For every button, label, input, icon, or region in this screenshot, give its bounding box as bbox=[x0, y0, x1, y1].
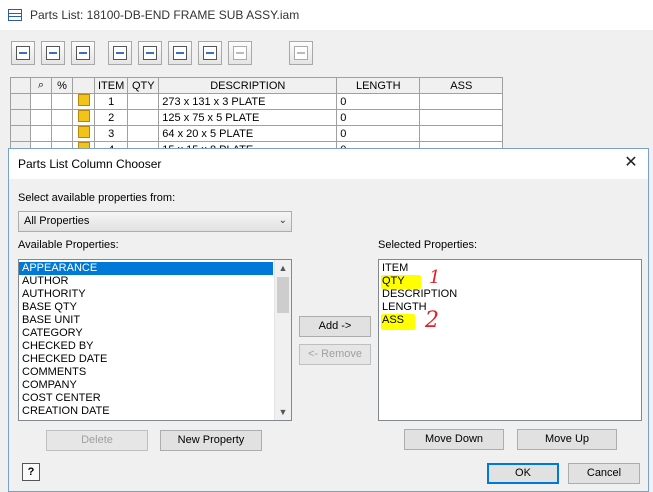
item-cell[interactable]: 3 bbox=[93, 125, 129, 142]
list-item[interactable]: COMMENTS bbox=[19, 366, 291, 379]
grid-cell bbox=[30, 109, 52, 126]
grid-cell bbox=[51, 109, 73, 126]
column-chooser-icon[interactable] bbox=[11, 41, 35, 65]
sort-icon[interactable] bbox=[108, 41, 132, 65]
source-select-value: All Properties bbox=[24, 215, 90, 227]
list-item[interactable]: DESCRIPTION bbox=[379, 288, 641, 301]
list-item[interactable]: COST CENTER bbox=[19, 392, 291, 405]
add-button[interactable]: Add -> bbox=[299, 316, 371, 337]
grid-header-row: ⌕ % ITEM QTY DESCRIPTION LENGTH ASS bbox=[10, 77, 504, 94]
description-cell[interactable]: 125 x 75 x 5 PLATE bbox=[158, 109, 338, 126]
col-header[interactable]: DESCRIPTION bbox=[158, 77, 338, 94]
dialog-title: Parts List Column Chooser bbox=[18, 157, 162, 171]
row-header[interactable] bbox=[10, 109, 31, 126]
renumber-icon[interactable] bbox=[198, 41, 222, 65]
parts-list-grid: ⌕ % ITEM QTY DESCRIPTION LENGTH ASS 1 27… bbox=[10, 77, 504, 158]
percent-icon[interactable]: % bbox=[51, 77, 73, 94]
row-header[interactable] bbox=[10, 125, 31, 142]
remove-button[interactable]: <- Remove bbox=[299, 344, 371, 365]
selected-properties-list[interactable]: ITEM QTY DESCRIPTION LENGTH ASS 1 2 bbox=[378, 259, 642, 421]
column-chooser-dialog: Parts List Column Chooser ✕ Select avail… bbox=[8, 148, 649, 492]
list-item[interactable]: COMPANY bbox=[19, 379, 291, 392]
list-item[interactable]: QTY bbox=[379, 275, 641, 288]
new-property-button[interactable]: New Property bbox=[160, 430, 262, 451]
row-header[interactable] bbox=[10, 93, 31, 110]
list-item[interactable]: BASE QTY bbox=[19, 301, 291, 314]
grid-corner bbox=[10, 77, 31, 94]
ass-cell[interactable] bbox=[419, 93, 504, 110]
list-item[interactable]: CHECKED BY bbox=[19, 340, 291, 353]
filter-settings-icon[interactable] bbox=[71, 41, 95, 65]
qty-cell[interactable] bbox=[127, 109, 160, 126]
description-cell[interactable]: 64 x 20 x 5 PLATE bbox=[158, 125, 338, 142]
grid-cell bbox=[51, 93, 73, 110]
list-item[interactable]: CHECKED DATE bbox=[19, 353, 291, 366]
export-icon[interactable] bbox=[138, 41, 162, 65]
table-icon bbox=[8, 9, 22, 21]
cancel-button[interactable]: Cancel bbox=[568, 463, 640, 484]
member-icon[interactable] bbox=[228, 41, 252, 65]
description-cell[interactable]: 273 x 131 x 3 PLATE bbox=[158, 93, 338, 110]
list-item[interactable]: APPEARANCE bbox=[19, 262, 273, 275]
available-label: Available Properties: bbox=[18, 239, 119, 251]
length-cell[interactable]: 0 bbox=[336, 93, 421, 110]
col-header[interactable]: QTY bbox=[127, 77, 160, 94]
list-item[interactable]: ASS bbox=[379, 314, 641, 327]
qty-cell[interactable] bbox=[127, 93, 160, 110]
ass-cell[interactable] bbox=[419, 109, 504, 126]
table-row[interactable]: 1 273 x 131 x 3 PLATE 0 bbox=[10, 93, 504, 110]
available-scrollbar[interactable]: ▲ ▼ bbox=[274, 260, 291, 420]
move-down-button[interactable]: Move Down bbox=[404, 429, 504, 450]
col-header[interactable]: ASS bbox=[419, 77, 504, 94]
scroll-thumb[interactable] bbox=[277, 277, 289, 313]
annotation-1: 1 bbox=[429, 267, 441, 288]
bom-icon[interactable] bbox=[289, 41, 313, 65]
delete-button[interactable]: Delete bbox=[46, 430, 148, 451]
table-layout-icon[interactable] bbox=[168, 41, 192, 65]
item-cell[interactable]: 1 bbox=[93, 93, 129, 110]
source-label: Select available properties from: bbox=[18, 192, 176, 204]
list-item[interactable]: CREATION DATE bbox=[19, 405, 291, 418]
available-properties-list[interactable]: APPEARANCE AUTHOR AUTHORITY BASE QTY BAS… bbox=[18, 259, 292, 421]
part-icon bbox=[72, 109, 95, 126]
list-item[interactable]: AUTHORITY bbox=[19, 288, 291, 301]
parts-list-window: Parts List: 18100-DB-END FRAME SUB ASSY.… bbox=[0, 0, 653, 158]
group-settings-icon[interactable] bbox=[41, 41, 65, 65]
table-row[interactable]: 2 125 x 75 x 5 PLATE 0 bbox=[10, 109, 504, 126]
col-header[interactable]: ITEM bbox=[93, 77, 129, 94]
search-icon[interactable]: ⌕ bbox=[30, 77, 52, 94]
part-icon bbox=[72, 93, 95, 110]
list-item[interactable]: LENGTH bbox=[379, 301, 641, 314]
selected-label: Selected Properties: bbox=[378, 239, 478, 251]
ok-button[interactable]: OK bbox=[487, 463, 559, 484]
list-item[interactable]: BASE UNIT bbox=[19, 314, 291, 327]
grid-cell bbox=[30, 125, 52, 142]
chevron-down-icon: ⌄ bbox=[278, 215, 287, 226]
close-icon[interactable]: ✕ bbox=[622, 154, 640, 172]
parts-list-title: Parts List: 18100-DB-END FRAME SUB ASSY.… bbox=[30, 8, 300, 22]
help-icon[interactable]: ? bbox=[22, 463, 40, 481]
scroll-down-icon[interactable]: ▼ bbox=[275, 404, 291, 420]
part-icon bbox=[72, 125, 95, 142]
list-item[interactable]: CATEGORY bbox=[19, 327, 291, 340]
table-row[interactable]: 3 64 x 20 x 5 PLATE 0 bbox=[10, 125, 504, 142]
grid-cell bbox=[30, 93, 52, 110]
length-cell[interactable]: 0 bbox=[336, 125, 421, 142]
ass-cell[interactable] bbox=[419, 125, 504, 142]
grid-cell bbox=[51, 125, 73, 142]
move-up-button[interactable]: Move Up bbox=[517, 429, 617, 450]
qty-cell[interactable] bbox=[127, 125, 160, 142]
dialog-titlebar[interactable]: Parts List Column Chooser ✕ bbox=[9, 149, 648, 179]
annotation-2: 2 bbox=[425, 308, 439, 333]
grid-col-icon bbox=[72, 77, 95, 94]
item-cell[interactable]: 2 bbox=[93, 109, 129, 126]
scroll-up-icon[interactable]: ▲ bbox=[275, 260, 291, 276]
parts-list-titlebar: Parts List: 18100-DB-END FRAME SUB ASSY.… bbox=[0, 0, 653, 30]
col-header[interactable]: LENGTH bbox=[336, 77, 421, 94]
list-item[interactable]: AUTHOR bbox=[19, 275, 291, 288]
length-cell[interactable]: 0 bbox=[336, 109, 421, 126]
list-item[interactable]: ITEM bbox=[379, 262, 641, 275]
source-select[interactable]: All Properties ⌄ bbox=[18, 211, 292, 232]
